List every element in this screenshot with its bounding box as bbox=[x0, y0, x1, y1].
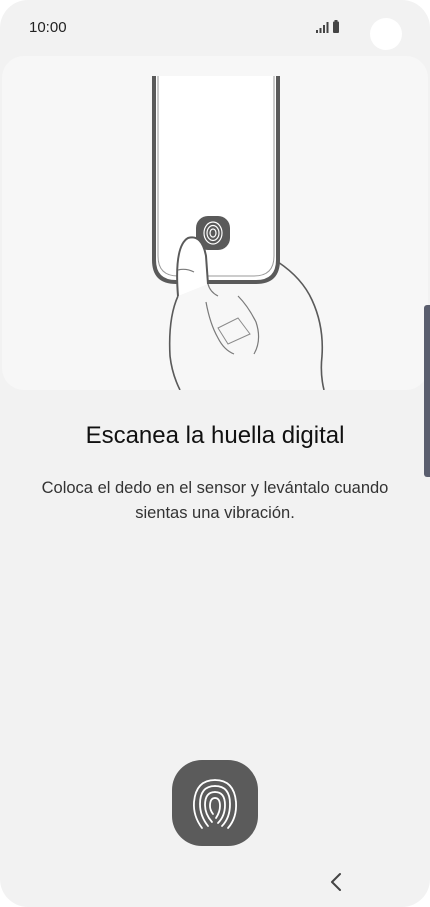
signal-icon bbox=[316, 22, 329, 33]
fingerprint-icon bbox=[193, 779, 237, 829]
status-icons bbox=[316, 20, 339, 33]
status-bar: 10:00 bbox=[0, 0, 430, 56]
illustration-card bbox=[2, 56, 428, 390]
fingerprint-sensor-button[interactable] bbox=[172, 760, 258, 846]
camera-cutout bbox=[370, 18, 402, 50]
side-handle[interactable] bbox=[424, 305, 430, 477]
fingerprint-setup-screen: 10:00 Escanea la huella digital Coloca e… bbox=[0, 0, 430, 907]
back-chevron-icon[interactable] bbox=[322, 866, 350, 898]
phone-fingerprint-hand-illustration bbox=[152, 76, 325, 390]
instruction-text: Coloca el dedo en el sensor y levántalo … bbox=[41, 479, 389, 522]
page-title: Escanea la huella digital bbox=[85, 422, 345, 449]
status-time: 10:00 bbox=[29, 19, 67, 36]
battery-icon bbox=[333, 20, 339, 33]
